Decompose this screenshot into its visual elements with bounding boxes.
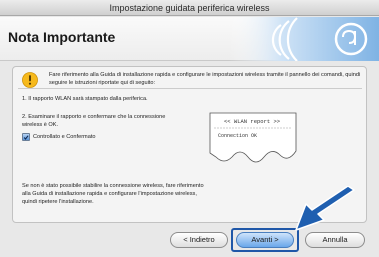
back-button[interactable]: < Indietro [170,232,228,248]
wlan-report-illustration: << WLAN report >> Connection OK [209,112,297,163]
wizard-window: Impostazione guidata periferica wireless… [0,0,379,257]
header-banner: Nota Importante [0,17,379,61]
divider [18,88,362,89]
arrow-pointer-icon [295,186,355,231]
confirm-row: Controllato e Confermato [22,132,96,142]
page-title: Nota Importante [8,29,116,45]
confirm-checkbox-label[interactable]: Controllato e Confermato [33,134,96,140]
note-text: Se non è stato possibile stabilire la co… [22,183,204,205]
window-title: Impostazione guidata periferica wireless [109,3,270,13]
window-titlebar: Impostazione guidata periferica wireless [0,0,379,16]
report-line-text: Connection OK [218,133,257,139]
step-2-text: 2. Esaminare il rapporto e confermare ch… [22,114,166,128]
next-button[interactable]: Avanti > [236,232,294,248]
step-1-text: 1. Il rapporto WLAN sarà stampato dalla … [22,96,148,102]
warning-icon [22,72,38,88]
report-header-text: << WLAN report >> [224,118,280,125]
intro-text: Fare riferimento alla Guida di installaz… [49,72,361,86]
wireless-logo-icon [229,17,379,61]
confirm-checkbox[interactable] [22,133,30,141]
checkmark-icon [23,134,29,140]
